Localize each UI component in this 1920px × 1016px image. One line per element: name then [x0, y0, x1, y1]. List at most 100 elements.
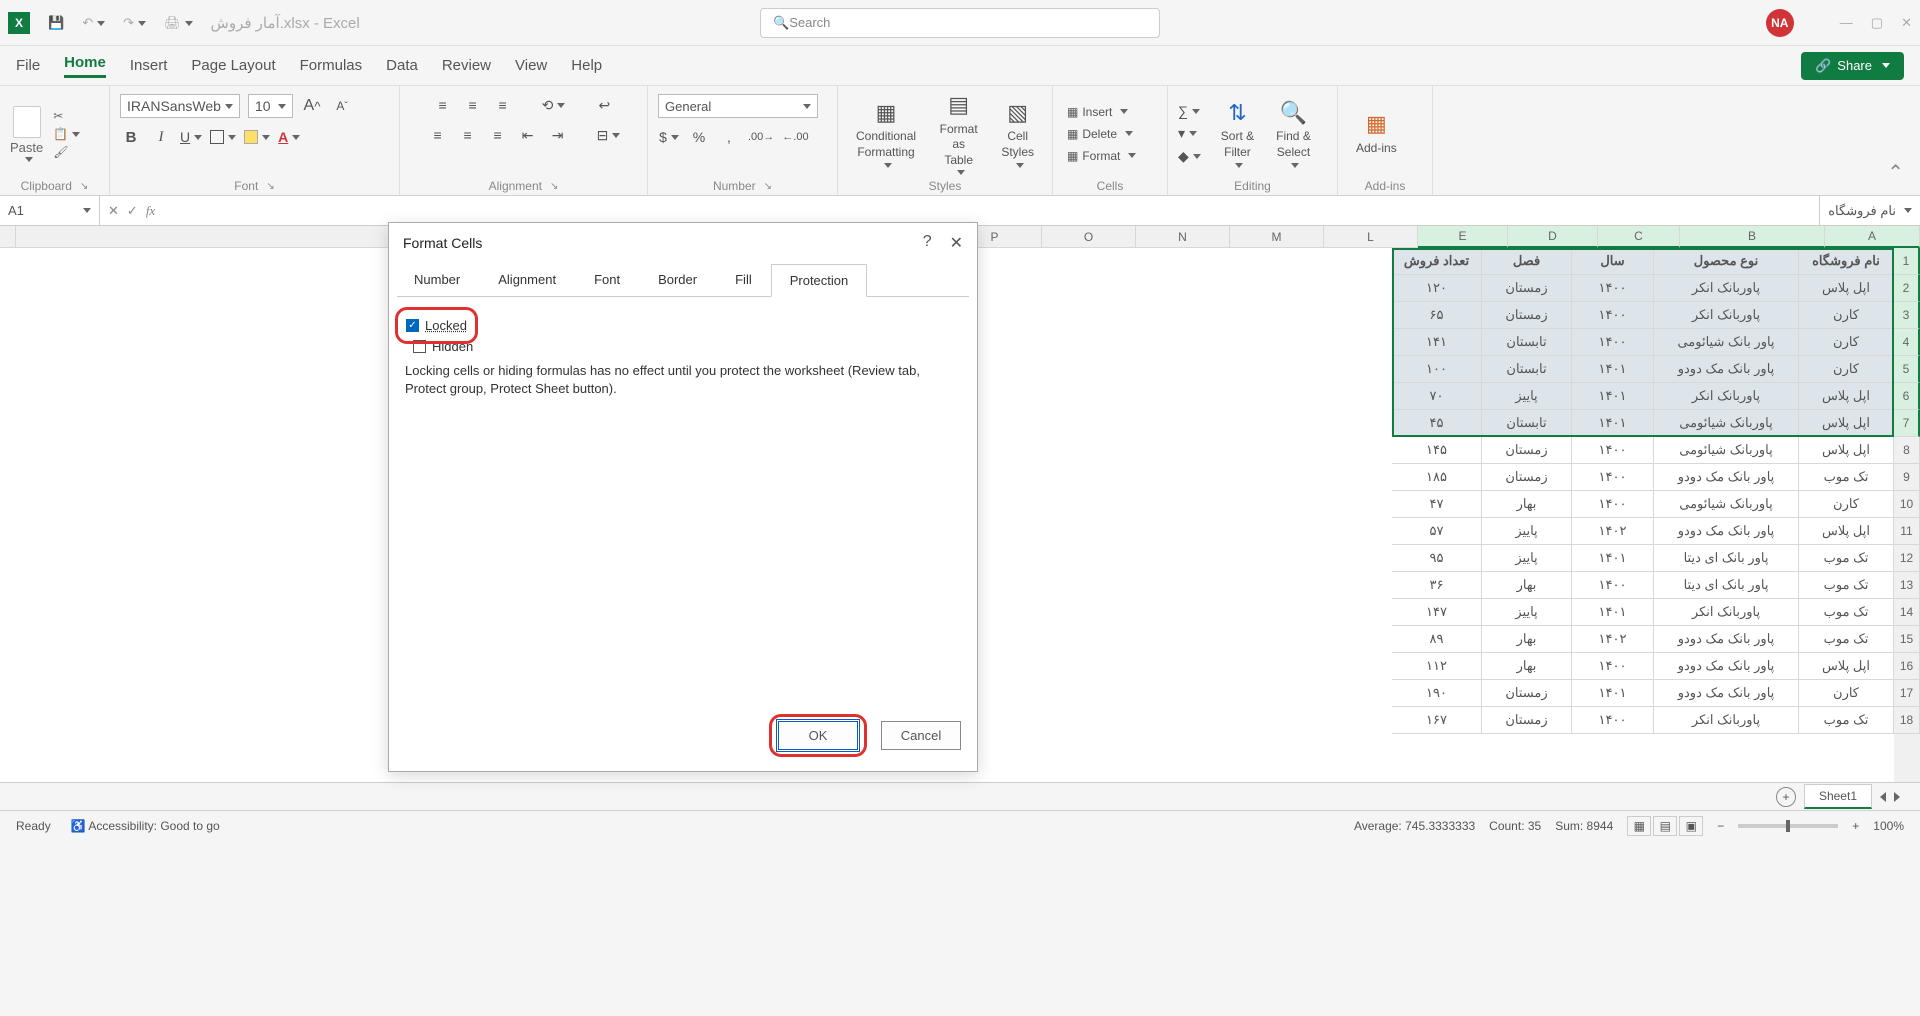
- data-cell[interactable]: زمستان: [1482, 464, 1572, 491]
- data-cell[interactable]: پاوربانک شیائومی: [1654, 437, 1799, 464]
- data-cell[interactable]: اپل پلاس: [1799, 410, 1894, 437]
- data-cell[interactable]: ۱۴۰۰: [1572, 464, 1654, 491]
- row-header[interactable]: 16: [1894, 653, 1920, 680]
- data-cell[interactable]: ۱۴۰۱: [1572, 356, 1654, 383]
- data-cell[interactable]: تک موب: [1799, 626, 1894, 653]
- data-cell[interactable]: ۴۷: [1392, 491, 1482, 518]
- data-cell[interactable]: ۱۰۰: [1392, 356, 1482, 383]
- data-cell[interactable]: زمستان: [1482, 275, 1572, 302]
- row-header[interactable]: 8: [1894, 437, 1920, 464]
- data-grid[interactable]: نام فروشگاهنوع محصولسالفصلتعداد فروشاپل …: [1392, 248, 1894, 782]
- enter-formula-icon[interactable]: ✓: [127, 203, 138, 219]
- format-cells-button[interactable]: ▦Format: [1063, 147, 1140, 165]
- data-cell[interactable]: ۱۴۰۰: [1572, 572, 1654, 599]
- row-header[interactable]: 1: [1894, 248, 1920, 275]
- row-header[interactable]: 2: [1894, 275, 1920, 302]
- data-cell[interactable]: بهار: [1482, 653, 1572, 680]
- column-header-cell[interactable]: تعداد فروش: [1392, 248, 1482, 275]
- conditional-formatting-button[interactable]: ▦Conditional Formatting: [848, 99, 924, 167]
- data-cell[interactable]: ۱۸۵: [1392, 464, 1482, 491]
- align-left-icon[interactable]: ≡: [427, 124, 449, 146]
- data-cell[interactable]: اپل پلاس: [1799, 437, 1894, 464]
- menu-file[interactable]: File: [16, 57, 40, 74]
- data-cell[interactable]: زمستان: [1482, 707, 1572, 734]
- font-size-select[interactable]: 10: [248, 94, 293, 118]
- search-bar[interactable]: 🔍 Search: [760, 8, 1160, 38]
- percent-icon[interactable]: %: [688, 126, 710, 148]
- data-cell[interactable]: تک موب: [1799, 464, 1894, 491]
- select-all-corner[interactable]: [0, 226, 16, 248]
- data-cell[interactable]: پاوربانک شیائومی: [1654, 410, 1799, 437]
- data-cell[interactable]: ۱۴۰۰: [1572, 653, 1654, 680]
- close-icon[interactable]: ✕: [1901, 15, 1912, 31]
- row-header[interactable]: 6: [1894, 383, 1920, 410]
- data-cell[interactable]: پاییز: [1482, 599, 1572, 626]
- find-select-button[interactable]: 🔍Find & Select: [1268, 99, 1319, 167]
- hidden-checkbox[interactable]: Hidden: [413, 339, 961, 354]
- addins-button[interactable]: ▦Add-ins: [1348, 111, 1405, 157]
- data-cell[interactable]: تابستان: [1482, 329, 1572, 356]
- menu-data[interactable]: Data: [386, 57, 418, 74]
- row-header[interactable]: 17: [1894, 680, 1920, 707]
- data-cell[interactable]: پاییز: [1482, 545, 1572, 572]
- wrap-text-icon[interactable]: ↩: [593, 94, 615, 116]
- data-cell[interactable]: بهار: [1482, 491, 1572, 518]
- data-cell[interactable]: بهار: [1482, 572, 1572, 599]
- data-cell[interactable]: پاور بانک ای دیتا: [1654, 545, 1799, 572]
- column-header-cell[interactable]: نوع محصول: [1654, 248, 1799, 275]
- data-cell[interactable]: تک موب: [1799, 545, 1894, 572]
- user-avatar[interactable]: NA: [1766, 9, 1794, 37]
- data-cell[interactable]: ۱۴۰۰: [1572, 437, 1654, 464]
- add-sheet-button[interactable]: +: [1776, 787, 1796, 807]
- format-as-table-button[interactable]: ▤Format as Table: [930, 92, 987, 176]
- bold-button[interactable]: B: [120, 126, 142, 148]
- clipboard-launcher-icon[interactable]: ↘: [80, 181, 88, 192]
- column-header-cell[interactable]: فصل: [1482, 248, 1572, 275]
- number-launcher-icon[interactable]: ↘: [764, 181, 772, 192]
- decrease-font-icon[interactable]: Aˇ: [331, 95, 353, 117]
- align-middle-icon[interactable]: ≡: [462, 94, 484, 116]
- row-header[interactable]: 14: [1894, 599, 1920, 626]
- tab-alignment[interactable]: Alignment: [479, 263, 575, 296]
- data-cell[interactable]: ۱۴۰۱: [1572, 680, 1654, 707]
- data-cell[interactable]: ۱۱۲: [1392, 653, 1482, 680]
- row-header[interactable]: 10: [1894, 491, 1920, 518]
- data-cell[interactable]: ۳۶: [1392, 572, 1482, 599]
- col-header-C[interactable]: C: [1598, 226, 1680, 248]
- sheet-nav-next-icon[interactable]: [1894, 792, 1900, 802]
- data-cell[interactable]: ۱۴۰۰: [1572, 491, 1654, 518]
- data-cell[interactable]: پاوربانک انکر: [1654, 383, 1799, 410]
- col-header[interactable]: L: [1324, 226, 1418, 248]
- menu-insert[interactable]: Insert: [130, 57, 168, 74]
- fill-color-button[interactable]: [244, 126, 270, 148]
- data-cell[interactable]: ۱۴۷: [1392, 599, 1482, 626]
- italic-button[interactable]: I: [150, 126, 172, 148]
- copy-icon[interactable]: 📋: [53, 127, 80, 141]
- autosum-icon[interactable]: ∑: [1178, 103, 1201, 119]
- dialog-close-icon[interactable]: ✕: [950, 233, 963, 253]
- normal-view-icon[interactable]: ▦: [1627, 816, 1651, 836]
- fx-icon[interactable]: fx: [146, 203, 155, 219]
- data-cell[interactable]: پاور بانک مک دودو: [1654, 464, 1799, 491]
- data-cell[interactable]: پاور بانک مک دودو: [1654, 626, 1799, 653]
- row-header[interactable]: 7: [1894, 410, 1920, 437]
- paste-button[interactable]: Paste: [10, 106, 43, 162]
- data-cell[interactable]: کارن: [1799, 356, 1894, 383]
- col-header-D[interactable]: D: [1508, 226, 1598, 248]
- data-cell[interactable]: پاوربانک انکر: [1654, 599, 1799, 626]
- zoom-slider[interactable]: [1738, 824, 1838, 828]
- row-header[interactable]: 15: [1894, 626, 1920, 653]
- data-cell[interactable]: ۶۵: [1392, 302, 1482, 329]
- underline-button[interactable]: U: [180, 126, 202, 148]
- cell-styles-button[interactable]: ▧Cell Styles: [993, 99, 1042, 167]
- data-cell[interactable]: کارن: [1799, 680, 1894, 707]
- col-header[interactable]: O: [1042, 226, 1136, 248]
- delete-cells-button[interactable]: ▦Delete: [1063, 125, 1140, 143]
- align-bottom-icon[interactable]: ≡: [492, 94, 514, 116]
- menu-help[interactable]: Help: [571, 57, 602, 74]
- undo-icon[interactable]: ↶: [76, 11, 111, 35]
- minimize-icon[interactable]: —: [1840, 15, 1853, 30]
- collapse-ribbon-icon[interactable]: ⌃: [1871, 86, 1920, 195]
- font-color-button[interactable]: A: [278, 126, 300, 148]
- data-cell[interactable]: اپل پلاس: [1799, 653, 1894, 680]
